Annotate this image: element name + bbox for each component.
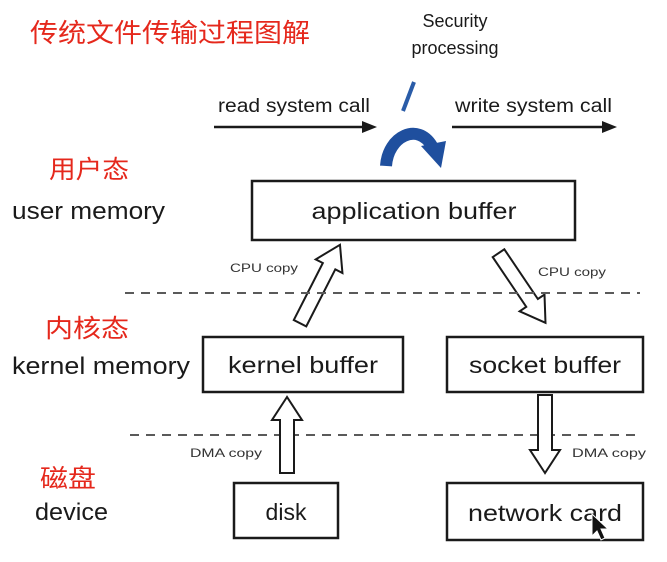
kernel-layer-en-label: kernel memory <box>12 353 190 380</box>
security-slash <box>401 81 416 112</box>
network-card-box: network card <box>445 481 645 542</box>
kernel-layer-cn-label: 内核态 <box>45 314 129 343</box>
diagram-title: 传统文件传输过程图解 <box>30 19 310 49</box>
socket-buffer-box: socket buffer <box>445 335 645 394</box>
device-layer-en-label: device <box>35 499 108 526</box>
cpu-copy-arrow-up <box>292 243 344 328</box>
socket-buffer-label: socket buffer <box>469 352 621 378</box>
dma-copy-label-left: DMA copy <box>190 446 262 460</box>
kernel-buffer-label: kernel buffer <box>228 352 378 378</box>
processing-arc-arrow <box>380 128 446 168</box>
cpu-copy-arrow-down <box>491 247 547 325</box>
application-buffer-label: application buffer <box>312 198 517 224</box>
disk-box: disk <box>232 481 340 540</box>
cpu-copy-label-left: CPU copy <box>230 261 298 275</box>
security-label-line2: processing <box>411 38 498 58</box>
write-syscall-arrow <box>452 121 617 133</box>
cpu-copy-label-right: CPU copy <box>538 265 606 279</box>
read-syscall-arrow <box>214 121 377 133</box>
read-syscall-label: read system call <box>218 96 370 117</box>
file-transfer-diagram: 传统文件传输过程图解 Security processing read syst… <box>12 11 646 542</box>
device-layer-cn-label: 磁盘 <box>40 464 96 493</box>
kernel-buffer-box: kernel buffer <box>201 335 405 394</box>
write-syscall-label: write system call <box>454 96 612 117</box>
user-layer-cn-label: 用户态 <box>49 155 129 184</box>
security-label-line1: Security <box>422 11 487 31</box>
disk-label: disk <box>266 499 307 525</box>
user-layer-en-label: user memory <box>12 198 165 225</box>
dma-copy-label-right: DMA copy <box>572 446 646 460</box>
application-buffer-box: application buffer <box>250 179 577 242</box>
